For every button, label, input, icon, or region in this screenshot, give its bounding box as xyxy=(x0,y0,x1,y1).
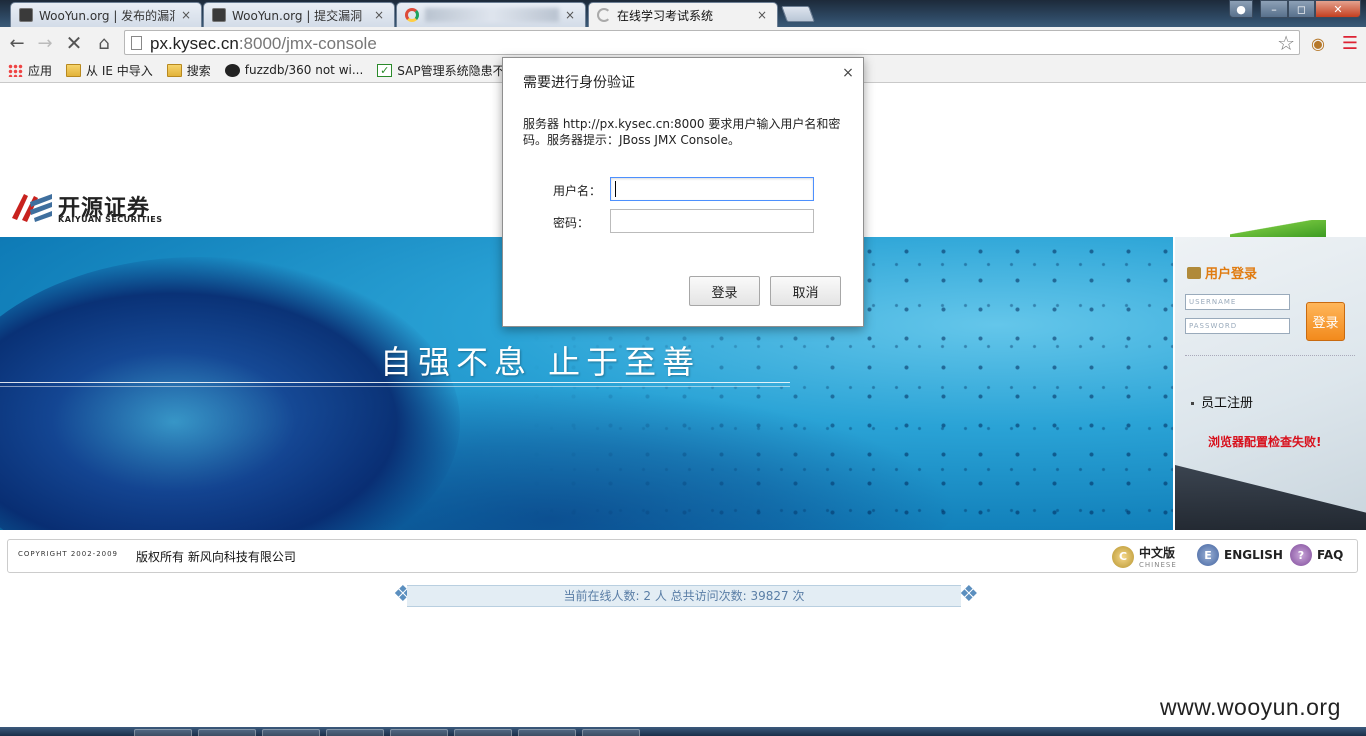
browser-tab-strip: WooYun.org | 发布的漏洞 × WooYun.org | 提交漏洞 ×… xyxy=(0,0,1366,27)
question-icon: ? xyxy=(1290,544,1312,566)
user-key-icon xyxy=(1187,266,1201,279)
divider xyxy=(1185,355,1355,356)
banner-divider xyxy=(0,382,790,383)
folder-icon xyxy=(166,63,182,77)
scroll-cap-right-icon: ❖ xyxy=(959,582,979,607)
minimize-button[interactable]: – xyxy=(1260,0,1288,18)
bookmark-ie-import[interactable]: 从 IE 中导入 xyxy=(66,62,153,79)
login-title: 用户登录 xyxy=(1187,263,1257,282)
tab-close-icon[interactable]: × xyxy=(179,8,193,22)
tab-wooyun-submit[interactable]: WooYun.org | 提交漏洞 × xyxy=(203,2,395,27)
banner-slogan: 自强不息 止于至善 xyxy=(380,343,701,381)
bookmark-sap[interactable]: ✓ SAP管理系统隐患不... xyxy=(377,62,516,79)
banner-divider xyxy=(0,386,790,387)
window-close-button[interactable]: ✕ xyxy=(1315,0,1361,18)
taskbar-item[interactable] xyxy=(582,729,640,736)
english-e-icon: E xyxy=(1197,544,1219,566)
back-arrow-icon[interactable]: ← xyxy=(5,31,29,55)
tab-exam-system[interactable]: 在线学习考试系统 × xyxy=(588,2,778,27)
user-login-panel: 用户登录 USERNAME PASSWORD 登录 员工注册 浏览器配置检查失败… xyxy=(1175,237,1366,530)
username-input[interactable] xyxy=(610,177,814,201)
employee-register-link[interactable]: 员工注册 xyxy=(1191,392,1253,411)
redacted-tab-title xyxy=(425,8,559,22)
decorative-ribbon xyxy=(1230,220,1326,238)
dialog-cancel-button[interactable]: 取消 xyxy=(770,276,841,306)
copyright-owner: 版权所有 新风向科技有限公司 xyxy=(136,550,296,564)
wooyun-watermark: www.wooyun.org xyxy=(1160,694,1341,720)
bookmark-search[interactable]: 搜索 xyxy=(166,62,211,79)
taskbar-item[interactable] xyxy=(198,729,256,736)
user-profile-icon[interactable]: ● xyxy=(1229,0,1253,18)
tab-redacted[interactable]: × xyxy=(396,2,586,27)
page-icon xyxy=(131,36,142,50)
username-label: 用户名： xyxy=(553,184,602,198)
apps-grid-icon xyxy=(8,63,23,77)
taskbar-item[interactable] xyxy=(262,729,320,736)
tab-close-icon[interactable]: × xyxy=(563,8,577,22)
new-tab-button[interactable] xyxy=(781,6,815,22)
taskbar-item[interactable] xyxy=(134,729,192,736)
tab-wooyun-published[interactable]: WooYun.org | 发布的漏洞 × xyxy=(10,2,202,27)
faq-link[interactable]: ? FAQ xyxy=(1290,544,1343,566)
dialog-title: 需要进行身份验证 xyxy=(523,75,635,91)
tab-label: WooYun.org | 提交漏洞 xyxy=(232,8,363,23)
password-input[interactable] xyxy=(610,209,814,233)
auth-dialog: 需要进行身份验证 × 服务器 http://px.kysec.cn:8000 要… xyxy=(502,57,864,327)
kaiyuan-logo-mark-icon xyxy=(12,194,52,222)
windows-taskbar xyxy=(0,727,1366,736)
kaiyuan-logo: 开源证券 KAIYUAN SECURITIES xyxy=(8,186,168,228)
github-icon xyxy=(224,63,240,77)
copyright-text: COPYRIGHT 2002-2009 xyxy=(18,550,119,558)
maximize-button[interactable]: ◻ xyxy=(1288,0,1315,18)
chinese-c-icon: C xyxy=(1112,545,1134,568)
bookmark-star-icon[interactable]: ☆ xyxy=(1277,31,1295,55)
taskbar-item[interactable] xyxy=(390,729,448,736)
login-submit-button[interactable]: 登录 xyxy=(1306,302,1345,341)
dialog-message: 服务器 http://px.kysec.cn:8000 要求用户输入用户名和密码… xyxy=(523,117,841,147)
dialog-close-icon[interactable]: × xyxy=(841,66,855,80)
bookmark-apps[interactable]: 应用 xyxy=(8,62,52,79)
dialog-login-button[interactable]: 登录 xyxy=(689,276,760,306)
forward-arrow-icon[interactable]: → xyxy=(33,31,57,55)
login-password-input[interactable]: PASSWORD xyxy=(1185,318,1290,334)
stop-icon[interactable]: ✕ xyxy=(62,31,86,55)
home-icon[interactable]: ⌂ xyxy=(92,31,116,55)
url-text[interactable]: px.kysec.cn:8000/jmx-console xyxy=(150,34,377,54)
english-version-link[interactable]: E ENGLISH xyxy=(1197,544,1283,566)
taskbar-item[interactable] xyxy=(326,729,384,736)
visitor-stats-text: 当前在线人数: 2 人 总共访问次数: 39827 次 xyxy=(407,585,961,607)
visitor-stats: ❖ 当前在线人数: 2 人 总共访问次数: 39827 次 ❖ xyxy=(393,581,979,611)
tab-label: 在线学习考试系统 xyxy=(617,8,714,23)
address-bar[interactable]: px.kysec.cn:8000/jmx-console ☆ xyxy=(124,30,1300,55)
tab-label: WooYun.org | 发布的漏洞 xyxy=(39,8,175,23)
taskbar-item[interactable] xyxy=(454,729,512,736)
bookmark-fuzzdb[interactable]: fuzzdb/360 not wi... xyxy=(224,63,363,77)
taskbar-item[interactable] xyxy=(518,729,576,736)
password-label: 密码： xyxy=(553,216,590,230)
logo-english-name: KAIYUAN SECURITIES xyxy=(58,215,163,224)
login-username-input[interactable]: USERNAME xyxy=(1185,294,1290,310)
bullet-icon xyxy=(1191,402,1194,405)
chinese-version-link[interactable]: C 中文版 CHINESE xyxy=(1112,544,1177,569)
cookie-extension-icon[interactable]: ◉ xyxy=(1306,31,1330,55)
checkmark-icon: ✓ xyxy=(377,63,393,77)
page-footer: COPYRIGHT 2002-2009 版权所有 新风向科技有限公司 C 中文版… xyxy=(7,539,1358,573)
folder-icon xyxy=(66,63,82,77)
wooyun-icon xyxy=(212,8,226,22)
browser-toolbar: ← → ✕ ⌂ px.kysec.cn:8000/jmx-console ☆ ◉… xyxy=(0,27,1366,58)
tab-close-icon[interactable]: × xyxy=(372,8,386,22)
tab-close-icon[interactable]: × xyxy=(755,8,769,22)
wooyun-icon xyxy=(19,8,33,22)
browser-check-warning: 浏览器配置检查失败! xyxy=(1208,435,1322,449)
menu-icon[interactable]: ☰ xyxy=(1338,31,1362,55)
chrome-icon xyxy=(405,8,419,22)
panel-decoration xyxy=(1175,465,1366,530)
loading-icon xyxy=(597,8,611,22)
